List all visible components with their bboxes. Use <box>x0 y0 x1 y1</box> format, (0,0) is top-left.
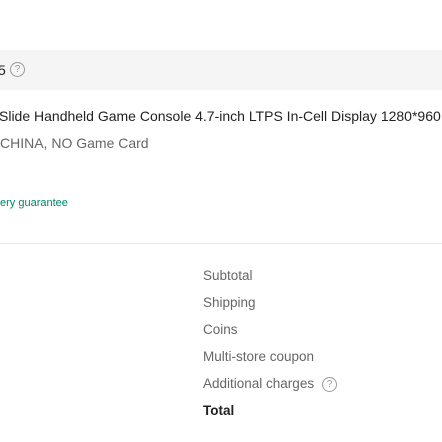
summary-row-additional-charges: Additional charges ? <box>203 374 338 401</box>
section-divider <box>0 243 442 244</box>
product-title[interactable]: Slide Handheld Game Console 4.7-inch LTP… <box>0 106 441 126</box>
question-circle-icon[interactable]: ? <box>10 62 25 77</box>
question-circle-icon[interactable]: ? <box>322 377 338 392</box>
store-header-bar: 5 ? <box>0 50 442 90</box>
delivery-guarantee-link[interactable]: ery guarantee <box>0 195 68 211</box>
order-summary: Subtotal Shipping Coins Multi-store coup… <box>203 266 338 428</box>
summary-row-coins: Coins <box>203 320 337 347</box>
subtotal-label: Subtotal <box>203 268 253 283</box>
coins-label: Coins <box>203 322 238 337</box>
summary-row-subtotal: Subtotal <box>203 266 337 293</box>
summary-row-shipping: Shipping <box>203 293 337 320</box>
store-code-text: 5 <box>0 62 6 78</box>
product-variant: CHINA, NO Game Card <box>0 135 149 151</box>
order-page: 5 ? Slide Handheld Game Console 4.7-inch… <box>0 0 442 442</box>
summary-row-coupon: Multi-store coupon <box>203 347 337 374</box>
summary-row-total: Total <box>203 401 337 428</box>
total-label: Total <box>203 403 235 418</box>
additional-charges-label: Additional charges <box>203 376 315 391</box>
shipping-label: Shipping <box>203 295 256 310</box>
coupon-label: Multi-store coupon <box>203 349 315 364</box>
